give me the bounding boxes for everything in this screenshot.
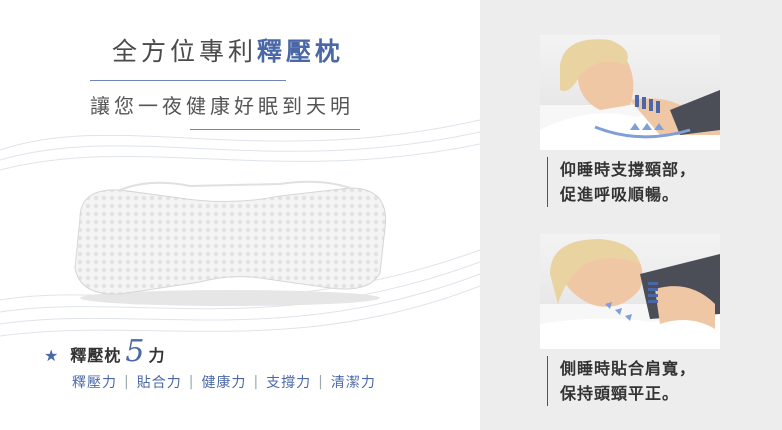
caption-line: 側睡時貼合肩寬， [560,359,697,378]
pillow-image [74,180,387,306]
feature-item: 支撐力 [266,375,312,391]
feature-item: 清潔力 [330,375,376,391]
feature-list: 釋壓力 | 貼合力 | 健康力 | 支撐力 | 清潔力 [72,372,376,392]
caption-side-sleeping: 側睡時貼合肩寬， 保持頭頸平正。 [547,356,696,406]
power-number: 5 [125,334,145,369]
divider: | [318,374,324,390]
title-underline [90,80,286,81]
power-suffix: 力 [148,346,165,365]
caption-line: 保持頭頸平正。 [560,384,680,403]
caption-line: 促進呼吸順暢。 [560,185,680,204]
star-icon: ★ [44,346,59,365]
feature-item: 貼合力 [136,375,182,391]
side-sleeping-photo [540,234,720,349]
title-main: 全方位專利 [111,37,257,66]
subtitle-underline [190,129,360,130]
caption-line: 仰睡時支撐頸部， [560,160,697,179]
feature-item: 健康力 [201,375,247,391]
back-sleeping-photo [540,35,720,150]
title-accent: 釋壓枕 [257,37,345,66]
divider: | [124,374,130,390]
headline: 全方位專利釋壓枕 [78,32,378,81]
feature-item: 釋壓力 [72,375,117,391]
page-title: 全方位專利釋壓枕 [78,32,378,68]
caption-back-sleeping: 仰睡時支撐頸部， 促進呼吸順暢。 [547,157,696,207]
power-label: 釋壓枕 [70,346,122,365]
subtitle: 讓您一夜健康好眠到天明 [90,94,354,118]
divider: | [188,374,195,390]
power-heading: ★ 釋壓枕 5 力 [44,337,164,367]
divider: | [253,374,260,390]
